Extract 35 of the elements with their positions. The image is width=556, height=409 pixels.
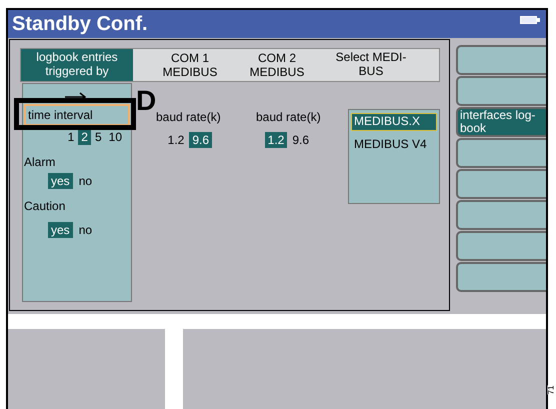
toggle-option[interactable]: no	[76, 173, 96, 189]
toggle-option[interactable]: yes	[48, 222, 73, 238]
interval-option[interactable]: 2	[78, 129, 91, 145]
time-interval-item[interactable]: time interval	[24, 104, 130, 126]
interval-option[interactable]: 5	[92, 129, 105, 145]
baud-rate-option[interactable]: 9.6	[189, 132, 212, 148]
interval-option[interactable]: 1	[64, 129, 78, 145]
window-title: Standby Conf.	[12, 12, 148, 37]
column-header: COM 2 MEDIBUS	[248, 50, 306, 81]
interval-option[interactable]: 10	[106, 129, 125, 145]
medibus-option[interactable]: MEDIBUS.X	[351, 113, 437, 131]
baud-rate-label: baud rate(k)	[256, 110, 321, 124]
annotation-letter: D	[136, 87, 156, 115]
baud-rate-option[interactable]: 1.2	[164, 132, 188, 148]
header-label: logbook entries triggered by	[21, 49, 133, 81]
side-button[interactable]	[456, 45, 546, 75]
baud-rate-label: baud rate(k)	[156, 110, 221, 124]
trigger-label: Caution	[24, 199, 66, 213]
battery-icon	[520, 16, 540, 24]
side-button[interactable]	[456, 200, 546, 230]
figure-number: 71	[547, 386, 556, 394]
side-button[interactable]	[456, 231, 546, 261]
baud-rate-option[interactable]: 9.6	[289, 132, 312, 148]
baud-rate-option[interactable]: 1.2	[264, 132, 288, 148]
side-button[interactable]	[456, 262, 546, 292]
side-button[interactable]	[456, 169, 546, 199]
toggle-option[interactable]: yes	[48, 173, 73, 189]
column-header: Select MEDI-BUS	[334, 49, 408, 80]
side-button[interactable]	[456, 138, 546, 168]
side-button[interactable]: interfaces log-book	[456, 107, 546, 137]
side-button[interactable]	[456, 76, 546, 106]
trigger-label: Alarm	[24, 155, 56, 169]
medibus-option[interactable]: MEDIBUS V4	[351, 136, 437, 154]
column-header: COM 1 MEDIBUS	[162, 50, 218, 81]
toggle-option[interactable]: no	[76, 222, 96, 238]
